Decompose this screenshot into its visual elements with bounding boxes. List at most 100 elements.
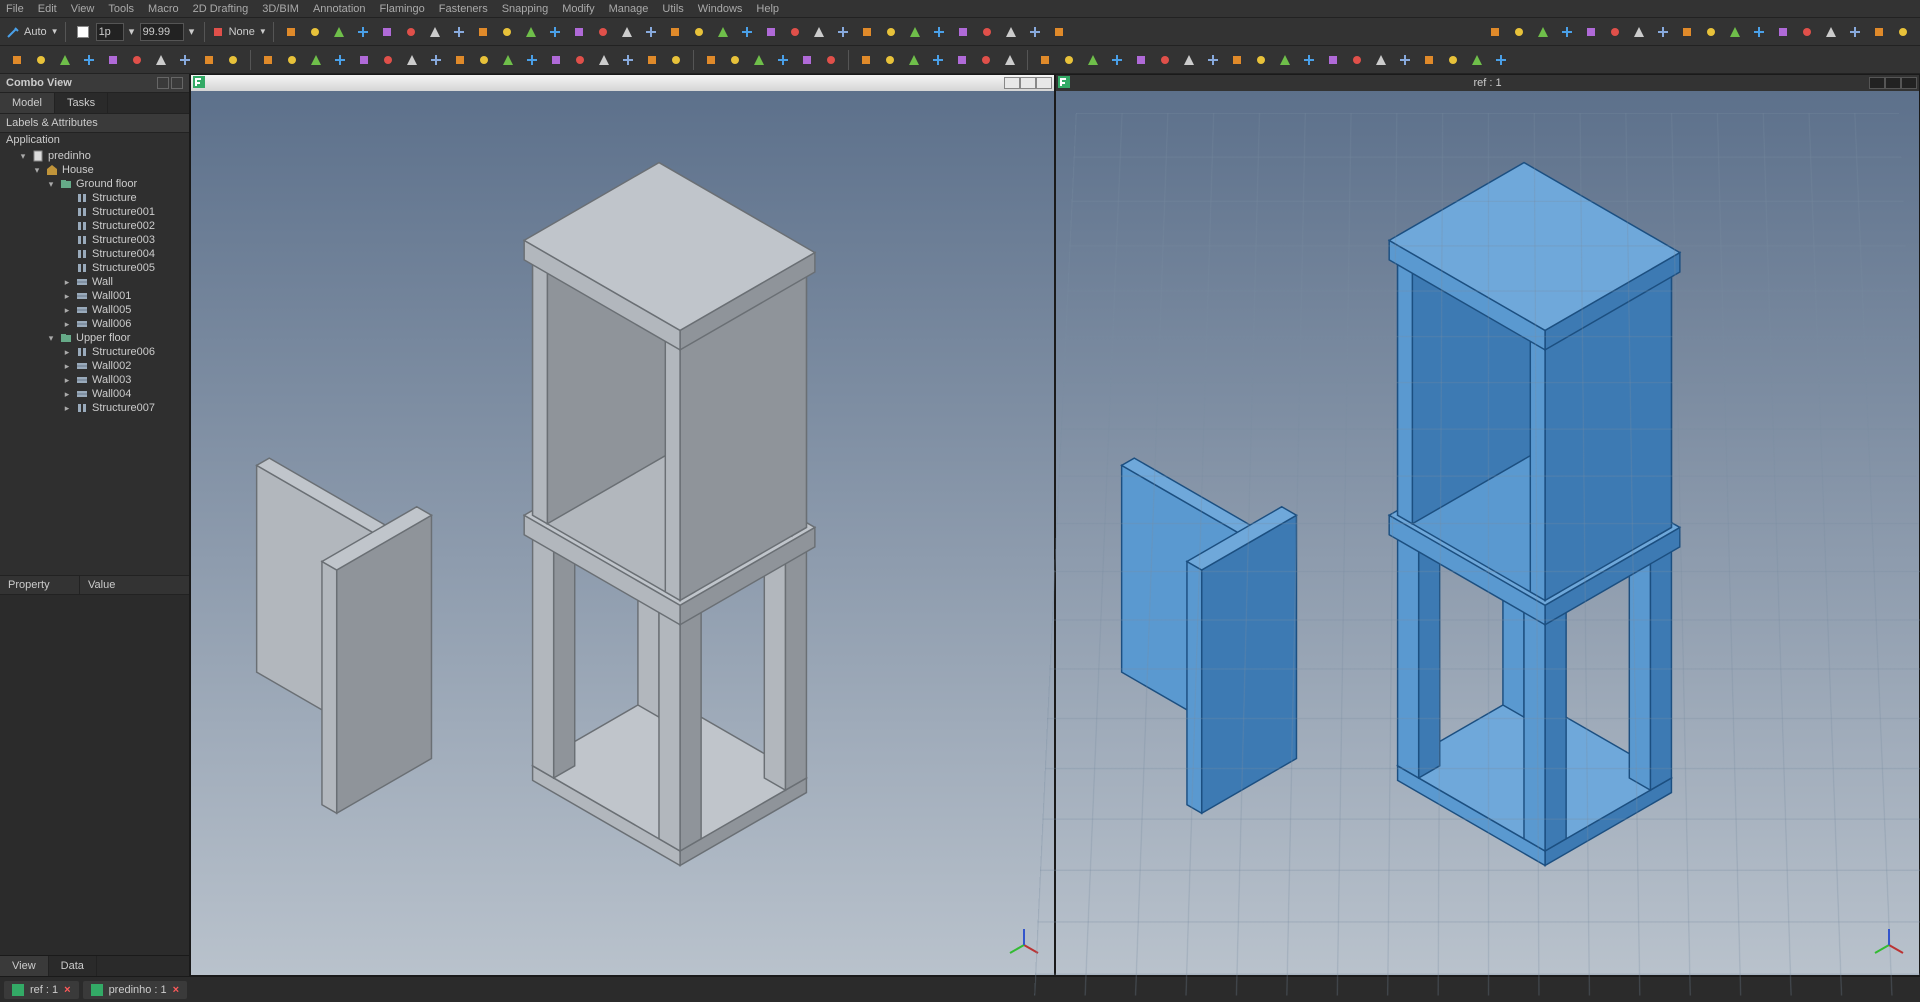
arch-tool-1[interactable] [281, 49, 303, 71]
arch-tool-14[interactable] [593, 49, 615, 71]
menu-flamingo[interactable]: Flamingo [380, 3, 425, 15]
bim-tool-23[interactable] [832, 21, 854, 43]
application-root[interactable]: Application [0, 133, 189, 147]
close-icon[interactable]: × [173, 984, 179, 996]
close-icon[interactable]: × [64, 984, 70, 996]
menu-file[interactable]: File [6, 3, 24, 15]
annot-tool-5[interactable] [975, 49, 997, 71]
bim-tool-7[interactable] [448, 21, 470, 43]
menu-fasteners[interactable]: Fasteners [439, 3, 488, 15]
snap-tool-4[interactable] [1130, 49, 1152, 71]
spinner-icon[interactable]: ▾ [126, 21, 138, 43]
tree-item-house[interactable]: ▾House [0, 163, 189, 177]
bim-tool-22[interactable] [808, 21, 830, 43]
menu-modify[interactable]: Modify [562, 3, 594, 15]
expand-icon[interactable]: ▾ [18, 151, 28, 162]
expand-icon[interactable]: ▸ [62, 389, 72, 400]
doc-tab-1[interactable]: predinho : 1× [83, 981, 188, 999]
snap-tool-2[interactable] [1082, 49, 1104, 71]
tree-item-upper-floor[interactable]: ▾Upper floor [0, 331, 189, 345]
arch-tool-16[interactable] [641, 49, 663, 71]
bim-tool-29[interactable] [976, 21, 998, 43]
nav-tool-11[interactable] [1748, 21, 1770, 43]
arch-tool-3[interactable] [329, 49, 351, 71]
snap-tool-10[interactable] [1274, 49, 1296, 71]
mod-tool-1[interactable] [724, 49, 746, 71]
menu-annotation[interactable]: Annotation [313, 3, 366, 15]
bim-tool-25[interactable] [880, 21, 902, 43]
nav-tool-5[interactable] [1604, 21, 1626, 43]
bim-tool-27[interactable] [928, 21, 950, 43]
expand-icon[interactable]: ▸ [62, 347, 72, 358]
nav-tool-16[interactable] [1868, 21, 1890, 43]
tab-model[interactable]: Model [0, 93, 55, 113]
draft-tool-6[interactable] [150, 49, 172, 71]
snap-tool-19[interactable] [1490, 49, 1512, 71]
bim-tool-14[interactable] [616, 21, 638, 43]
tree-item-structure006[interactable]: ▸Structure006 [0, 345, 189, 359]
arch-tool-4[interactable] [353, 49, 375, 71]
nav-tool-10[interactable] [1724, 21, 1746, 43]
tree-item-wall002[interactable]: ▸Wall002 [0, 359, 189, 373]
nav-tool-9[interactable] [1700, 21, 1722, 43]
dimension-input[interactable] [140, 23, 184, 41]
annot-tool-3[interactable] [927, 49, 949, 71]
snap-tool-11[interactable] [1298, 49, 1320, 71]
tree-item-ground-floor[interactable]: ▾Ground floor [0, 177, 189, 191]
snap-tool-3[interactable] [1106, 49, 1128, 71]
menu-windows[interactable]: Windows [698, 3, 743, 15]
expand-icon[interactable]: ▸ [62, 375, 72, 386]
expand-icon[interactable]: ▾ [46, 333, 56, 344]
bim-tool-6[interactable] [424, 21, 446, 43]
bim-tool-15[interactable] [640, 21, 662, 43]
nav-tool-17[interactable] [1892, 21, 1914, 43]
snap-tool-14[interactable] [1370, 49, 1392, 71]
draft-tool-0[interactable] [6, 49, 28, 71]
bim-tool-1[interactable] [304, 21, 326, 43]
tree-item-predinho[interactable]: ▾predinho [0, 149, 189, 163]
snap-tool-17[interactable] [1442, 49, 1464, 71]
nav-tool-7[interactable] [1652, 21, 1674, 43]
arch-tool-6[interactable] [401, 49, 423, 71]
bim-tool-30[interactable] [1000, 21, 1022, 43]
bim-tool-5[interactable] [400, 21, 422, 43]
tree-item-structure002[interactable]: Structure002 [0, 219, 189, 233]
bim-tool-19[interactable] [736, 21, 758, 43]
nav-tool-1[interactable] [1508, 21, 1530, 43]
arch-tool-12[interactable] [545, 49, 567, 71]
draft-tool-2[interactable] [54, 49, 76, 71]
bim-tool-2[interactable] [328, 21, 350, 43]
tree-item-wall[interactable]: ▸Wall [0, 275, 189, 289]
bim-tool-3[interactable] [352, 21, 374, 43]
arch-tool-15[interactable] [617, 49, 639, 71]
mod-tool-4[interactable] [796, 49, 818, 71]
snap-tool-0[interactable] [1034, 49, 1056, 71]
arch-tool-13[interactable] [569, 49, 591, 71]
mod-tool-2[interactable] [748, 49, 770, 71]
draft-tool-3[interactable] [78, 49, 100, 71]
mod-tool-5[interactable] [820, 49, 842, 71]
tree-item-structure[interactable]: Structure [0, 191, 189, 205]
draft-tool-1[interactable] [30, 49, 52, 71]
annot-tool-6[interactable] [999, 49, 1021, 71]
arch-tool-11[interactable] [521, 49, 543, 71]
bim-tool-8[interactable] [472, 21, 494, 43]
draft-tool-5[interactable] [126, 49, 148, 71]
construction-toggle[interactable]: Auto ▼ [6, 25, 59, 39]
menu-snapping[interactable]: Snapping [502, 3, 549, 15]
tree-item-wall001[interactable]: ▸Wall001 [0, 289, 189, 303]
expand-icon[interactable]: ▸ [62, 277, 72, 288]
tree-item-structure004[interactable]: Structure004 [0, 247, 189, 261]
tree-item-wall003[interactable]: ▸Wall003 [0, 373, 189, 387]
tree-item-structure001[interactable]: Structure001 [0, 205, 189, 219]
nav-tool-14[interactable] [1820, 21, 1842, 43]
arch-tool-0[interactable] [257, 49, 279, 71]
snap-tool-16[interactable] [1418, 49, 1440, 71]
snap-tool-8[interactable] [1226, 49, 1248, 71]
doc-tab-0[interactable]: ref : 1× [4, 981, 79, 999]
expand-icon[interactable]: ▸ [62, 305, 72, 316]
tree-item-wall004[interactable]: ▸Wall004 [0, 387, 189, 401]
nav-tool-8[interactable] [1676, 21, 1698, 43]
nav-tool-3[interactable] [1556, 21, 1578, 43]
bim-tool-32[interactable] [1048, 21, 1070, 43]
